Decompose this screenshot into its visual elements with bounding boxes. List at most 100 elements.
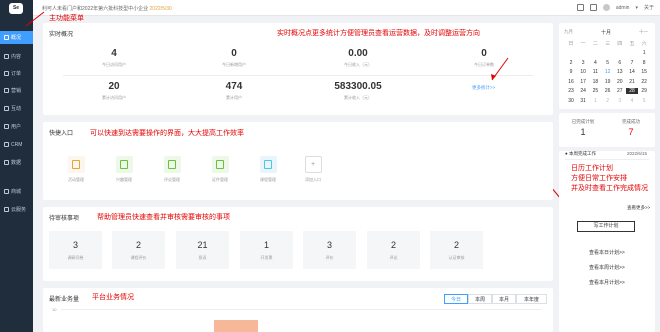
calendar-day[interactable]: 8 xyxy=(638,60,650,66)
calendar-day[interactable]: 22 xyxy=(638,79,650,85)
tab-week[interactable]: 本周 xyxy=(468,294,492,304)
calendar-day[interactable]: 30 xyxy=(565,98,577,104)
todo-count: 1 xyxy=(263,240,269,250)
calendar-day[interactable]: 24 xyxy=(577,88,589,94)
calendar-day[interactable]: 29 xyxy=(638,88,650,94)
plan-summary-card: 已完成计划 1 完成成功 7 xyxy=(559,113,655,147)
calendar-day[interactable]: 26 xyxy=(602,88,614,94)
calendar-day[interactable]: 4 xyxy=(626,98,638,104)
quick-entry-title: 快捷入口 xyxy=(49,131,74,137)
annotation-arrow xyxy=(25,11,45,27)
calendar-day[interactable]: 16 xyxy=(565,79,577,85)
certificate-icon xyxy=(211,156,229,173)
quick-entry-activity[interactable]: 活动管理 xyxy=(56,156,96,183)
calendar-day[interactable]: 15 xyxy=(638,69,650,75)
annotation-calendar-line: 方便日常工作安排 xyxy=(571,175,627,182)
plan-label: 已完成计划 xyxy=(571,119,595,124)
todo-label: 投诉 xyxy=(198,255,207,260)
calendar-day[interactable]: 10 xyxy=(577,69,589,75)
calendar-day[interactable]: 7 xyxy=(626,60,638,66)
calendar-day[interactable]: 19 xyxy=(602,79,614,85)
calendar-day[interactable]: 17 xyxy=(577,79,589,85)
quick-entry-label: 添加入口 xyxy=(305,177,321,182)
calendar-day[interactable]: 9 xyxy=(565,69,577,75)
todo-item[interactable]: 21 投诉 xyxy=(176,231,229,269)
calendar-day[interactable]: 14 xyxy=(626,69,638,75)
calendar-day[interactable]: 21 xyxy=(626,79,638,85)
tab-year[interactable]: 本年度 xyxy=(516,294,547,304)
todo-item[interactable]: 1 开发票 xyxy=(240,231,293,269)
todo-item[interactable]: 3 调研问卷 xyxy=(49,231,102,269)
prev-month[interactable]: 九月 xyxy=(564,29,573,35)
calendar-day[interactable]: 25 xyxy=(589,88,601,94)
annotation-calendar: 日历工作计划 方便日常工作安排 并及时查看工作完成情况 xyxy=(571,164,648,194)
tab-month[interactable]: 本月 xyxy=(492,294,516,304)
weekday-label: 一 xyxy=(580,41,586,47)
calendar-day[interactable]: 31 xyxy=(577,98,589,104)
todo-item[interactable]: 2 认证审核 xyxy=(430,231,483,269)
grid-line xyxy=(61,309,541,310)
monthly-plan-link[interactable]: 查看本月计划>> xyxy=(589,279,625,286)
calendar-day[interactable]: 18 xyxy=(589,79,601,85)
todo-count: 3 xyxy=(72,240,78,250)
calendar-day[interactable]: 23 xyxy=(565,88,577,94)
y-axis-tick: 10 xyxy=(52,307,57,312)
view-more-link[interactable]: 查看更多>> xyxy=(627,205,650,211)
calendar-day[interactable]: 2 xyxy=(602,98,614,104)
calendar-day[interactable]: 2 xyxy=(565,60,577,66)
calendar-day[interactable]: 4 xyxy=(589,60,601,66)
plan-note-date: 2022/6/15 xyxy=(627,151,648,156)
business-title: 最新业务量 xyxy=(49,297,80,303)
daily-plan-link[interactable]: 查看本日计划>> xyxy=(589,249,625,256)
calendar-day[interactable]: 11 xyxy=(589,69,601,75)
todo-count: 21 xyxy=(197,240,208,250)
calendar-day[interactable]: 28 xyxy=(626,88,638,94)
weekday-label: 二 xyxy=(592,41,598,47)
annotation-todo: 帮助管理员快速查看并审核需要审核的事项 xyxy=(97,214,230,221)
current-month: 十月 xyxy=(601,30,612,36)
todo-title: 待审核事项 xyxy=(49,216,80,222)
todo-count: 3 xyxy=(326,240,332,250)
calendar-day[interactable]: 3 xyxy=(614,98,626,104)
quick-entry-label: 活动管理 xyxy=(68,177,84,182)
calendar-day[interactable]: 1 xyxy=(589,98,601,104)
weekly-plan-link[interactable]: 查看本周计划>> xyxy=(589,264,625,271)
calendar-day[interactable]: 6 xyxy=(614,60,626,66)
weekday-label: 三 xyxy=(605,41,611,47)
quick-entry-label: 证件管理 xyxy=(212,177,228,182)
todo-item[interactable]: 3 评价 xyxy=(303,231,356,269)
next-month[interactable]: 十一 xyxy=(639,29,648,35)
quick-entry-label: 课程管理 xyxy=(260,177,276,182)
todo-count: 2 xyxy=(135,240,141,250)
calendar-day[interactable]: 13 xyxy=(614,69,626,75)
annotation-calendar-line: 并及时查看工作完成情况 xyxy=(571,185,648,192)
calendar-day[interactable]: 3 xyxy=(577,60,589,66)
write-plan-button[interactable]: 写工作计划 xyxy=(577,221,635,232)
todo-count: 2 xyxy=(390,240,396,250)
todo-item[interactable]: 2 课程评价 xyxy=(112,231,165,269)
tab-today[interactable]: 今日 xyxy=(444,294,468,304)
calendar-day[interactable]: 1 xyxy=(638,50,650,56)
calendar-day[interactable]: 20 xyxy=(614,79,626,85)
course-icon xyxy=(259,156,277,173)
done-label: 完成成功 xyxy=(622,119,640,124)
todo-item[interactable]: 2 评论 xyxy=(367,231,420,269)
plan-note: ● 本周完成工作 xyxy=(565,151,596,156)
calendar-day[interactable]: 5 xyxy=(602,60,614,66)
quick-entry-add[interactable]: + 添加入口 xyxy=(293,156,333,183)
todo-label: 调研问卷 xyxy=(67,255,84,260)
annotation-business: 平台业务情况 xyxy=(92,294,134,301)
quick-entry-course[interactable]: 课程管理 xyxy=(248,156,288,183)
quick-entry-comment[interactable]: 评论管理 xyxy=(152,156,192,183)
todo-label: 评论 xyxy=(389,255,398,260)
quick-entry-certificate[interactable]: 证件管理 xyxy=(200,156,240,183)
todo-count: 2 xyxy=(453,240,459,250)
plus-icon: + xyxy=(304,156,322,173)
todo-label: 评价 xyxy=(325,255,334,260)
calendar-day[interactable]: 5 xyxy=(638,98,650,104)
calendar-day[interactable]: 27 xyxy=(614,88,626,94)
quick-entry-interest[interactable]: 兴趣管理 xyxy=(104,156,144,183)
chart-bar xyxy=(214,320,258,332)
calendar-day[interactable]: 12 xyxy=(602,69,614,75)
interest-icon xyxy=(115,156,133,173)
